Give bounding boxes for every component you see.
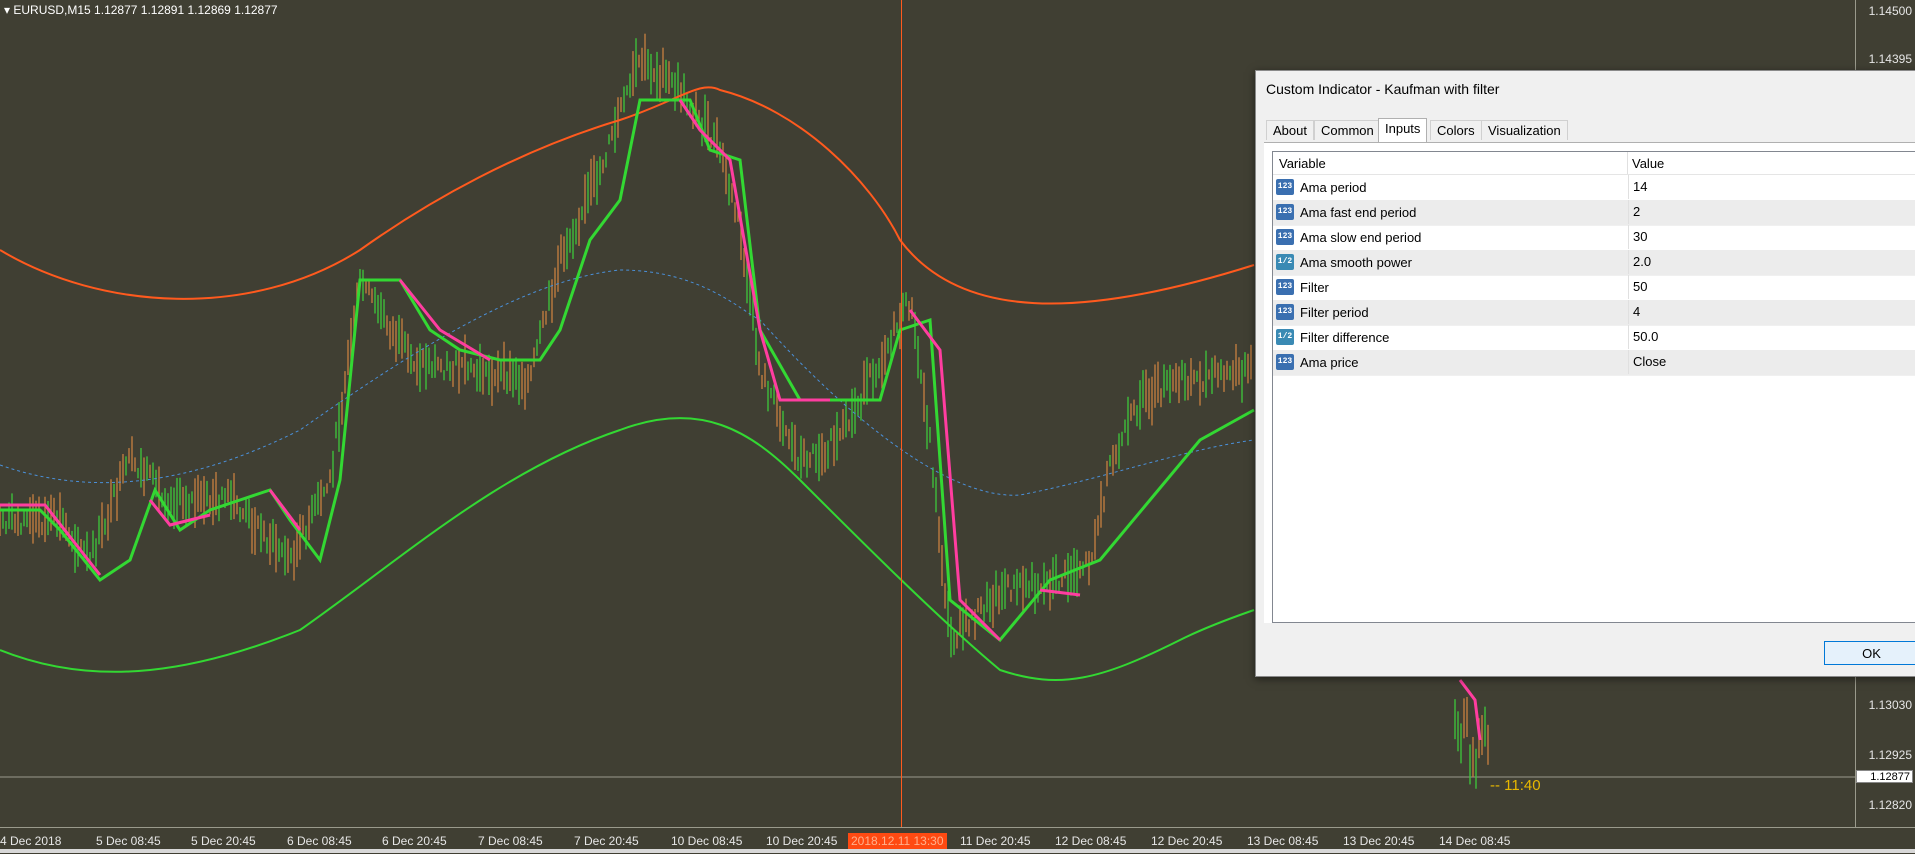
param-row[interactable]: 123 Filter 50 (1273, 275, 1915, 301)
param-name: Ama smooth power (1300, 255, 1412, 270)
param-value[interactable]: 50 (1628, 275, 1647, 299)
lower-band-line (0, 417, 1255, 681)
integer-type-icon: 123 (1276, 204, 1294, 220)
double-type-icon: 1/2 (1276, 329, 1294, 345)
param-row[interactable]: 1/2 Ama smooth power 2.0 (1273, 250, 1915, 276)
param-name: Ama fast end period (1300, 205, 1417, 220)
price-tick: 1.14395 (1868, 52, 1912, 66)
time-tick: 7 Dec 08:45 (478, 834, 543, 848)
column-divider[interactable] (1627, 152, 1628, 174)
integer-type-icon: 123 (1276, 354, 1294, 370)
param-row[interactable]: 123 Filter period 4 (1273, 300, 1915, 326)
integer-type-icon: 123 (1276, 229, 1294, 245)
param-value[interactable]: 30 (1628, 225, 1647, 249)
param-name: Filter (1300, 280, 1329, 295)
symbol-title: ▾ EURUSD,M15 1.12877 1.12891 1.12869 1.1… (4, 3, 278, 17)
ok-button[interactable]: OK (1824, 641, 1915, 665)
param-value[interactable]: 2.0 (1628, 250, 1651, 274)
upper-band-line (0, 86, 1255, 305)
dialog-title: Custom Indicator - Kaufman with filter (1266, 81, 1500, 97)
param-row[interactable]: 123 Ama period 14 (1273, 175, 1915, 201)
param-row[interactable]: 123 Ama price Close (1273, 350, 1915, 376)
price-tick: 1.12820 (1868, 798, 1912, 812)
time-tick: 6 Dec 20:45 (382, 834, 447, 848)
param-row[interactable]: 123 Ama fast end period 2 (1273, 200, 1915, 226)
time-tick: 13 Dec 20:45 (1343, 834, 1415, 848)
collapse-triangle-icon[interactable]: ▾ (4, 3, 10, 17)
param-name: Filter difference (1300, 330, 1390, 345)
parameters-table: Variable Value 123 Ama period 14 123 Ama fas… (1272, 151, 1915, 623)
bar-countdown: -- 11:40 (1490, 777, 1541, 794)
time-tick: 6 Dec 08:45 (287, 834, 352, 848)
bottom-tab-strip (0, 849, 1915, 853)
tab-inputs[interactable]: Inputs (1378, 118, 1428, 142)
param-value[interactable]: 4 (1628, 300, 1640, 324)
time-tick: 4 Dec 2018 (0, 834, 62, 848)
time-tick: 12 Dec 08:45 (1055, 834, 1127, 848)
param-row[interactable]: 123 Ama slow end period 30 (1273, 225, 1915, 251)
time-tick: 13 Dec 08:45 (1247, 834, 1319, 848)
param-value[interactable]: 50.0 (1628, 325, 1658, 349)
tab-visualization[interactable]: Visualization (1481, 120, 1568, 140)
table-header: Variable Value (1273, 152, 1915, 175)
crosshair-vertical-line[interactable] (901, 0, 902, 827)
price-tick: 1.12925 (1868, 748, 1912, 762)
inputs-panel: Variable Value 123 Ama period 14 123 Ama fas… (1264, 142, 1915, 623)
param-value[interactable]: 2 (1628, 200, 1640, 224)
column-header-value[interactable]: Value (1632, 156, 1664, 171)
time-tick: 10 Dec 08:45 (671, 834, 743, 848)
time-tick: 5 Dec 20:45 (191, 834, 256, 848)
tab-about[interactable]: About (1266, 120, 1314, 140)
time-tick: 14 Dec 08:45 (1439, 834, 1511, 848)
price-tick: 1.13030 (1868, 698, 1912, 712)
integer-type-icon: 123 (1276, 279, 1294, 295)
tab-colors[interactable]: Colors (1430, 120, 1482, 140)
integer-type-icon: 123 (1276, 304, 1294, 320)
current-price-label: 1.12877 (1856, 770, 1913, 783)
ama-up-line (0, 98, 1255, 643)
time-tick: 12 Dec 20:45 (1151, 834, 1223, 848)
crosshair-time-label: 2018.12.11 13:30 (848, 833, 947, 849)
time-tick: 11 Dec 20:45 (960, 834, 1031, 848)
time-tick: 10 Dec 20:45 (766, 834, 838, 848)
param-row[interactable]: 1/2 Filter difference 50.0 (1273, 325, 1915, 351)
param-name: Ama price (1300, 355, 1359, 370)
time-tick: 5 Dec 08:45 (96, 834, 161, 848)
param-name: Ama period (1300, 180, 1367, 195)
param-value[interactable]: 14 (1628, 175, 1647, 199)
time-tick: 7 Dec 20:45 (574, 834, 639, 848)
column-header-variable[interactable]: Variable (1279, 156, 1326, 171)
custom-indicator-dialog: Custom Indicator - Kaufman with filter A… (1255, 70, 1915, 677)
tab-common[interactable]: Common (1314, 120, 1381, 140)
integer-type-icon: 123 (1276, 179, 1294, 195)
param-value[interactable]: Close (1628, 350, 1666, 374)
ama-tail-line (1458, 679, 1482, 741)
price-tick: 1.14500 (1868, 4, 1912, 18)
symbol-title-text: EURUSD,M15 1.12877 1.12891 1.12869 1.128… (13, 3, 278, 17)
param-name: Filter period (1300, 305, 1369, 320)
double-type-icon: 1/2 (1276, 254, 1294, 270)
param-name: Ama slow end period (1300, 230, 1422, 245)
